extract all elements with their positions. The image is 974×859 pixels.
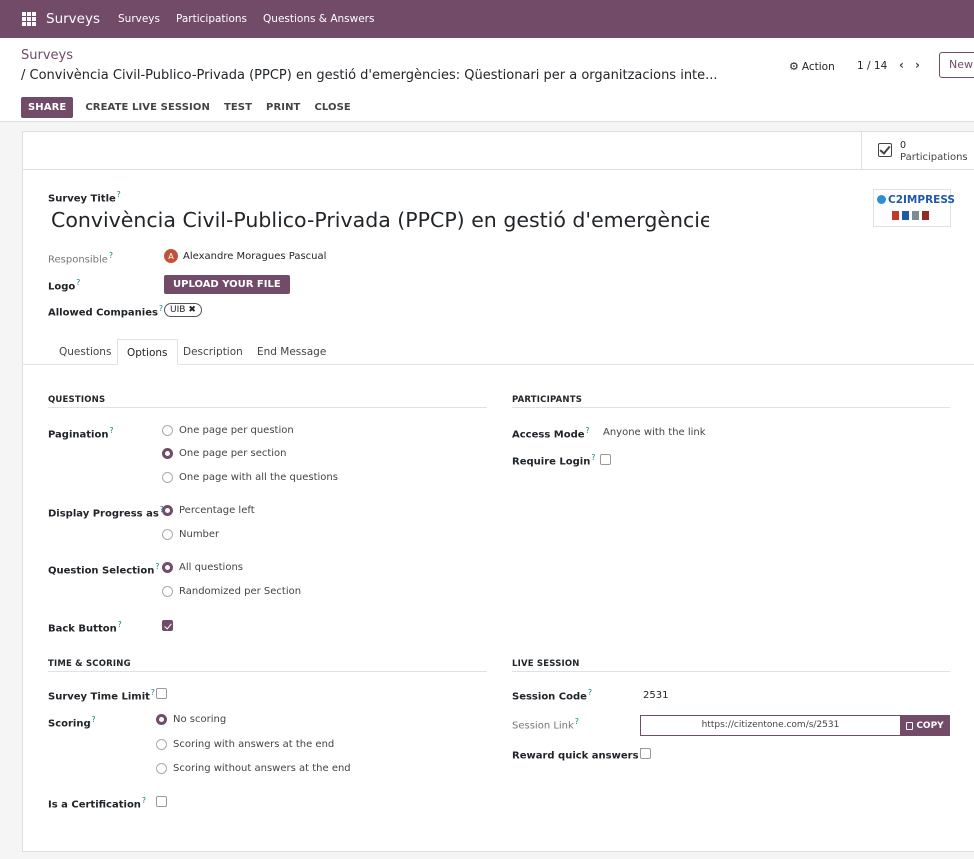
radio-randomized-per-section[interactable]: Randomized per Section (162, 586, 301, 597)
survey-title-label: Survey Title? (48, 190, 121, 205)
action-menu[interactable]: ⚙ Action (789, 60, 835, 73)
back-button-checkbox[interactable] (162, 620, 173, 631)
tab-options[interactable]: Options (117, 339, 178, 365)
participations-count: 0 (900, 140, 907, 151)
company-tag[interactable]: UIB ✖ (164, 303, 202, 317)
radio-scoring-with-answers[interactable]: Scoring with answers at the end (156, 739, 334, 750)
radio-percentage-left[interactable]: Percentage left (162, 505, 255, 516)
is-certification-checkbox[interactable] (156, 796, 167, 807)
app-brand[interactable]: Surveys (46, 11, 100, 27)
section-time-scoring-title: TIME & SCORING (48, 659, 131, 669)
radio-one-page-per-question[interactable]: One page per question (162, 425, 294, 436)
radio-all-questions[interactable]: All questions (162, 562, 243, 573)
radio-one-page-per-section[interactable]: One page per section (162, 448, 287, 459)
form-button-bar: SHARE CREATE LIVE SESSION TEST PRINT CLO… (21, 97, 365, 118)
survey-title-field[interactable]: Convivència Civil-Publico-Privada (PPCP)… (51, 208, 709, 232)
menu-participations[interactable]: Participations (176, 13, 247, 25)
button-box: 0 Participations (23, 132, 974, 170)
session-code-label: Session Code? (512, 688, 592, 703)
radio-number[interactable]: Number (162, 529, 219, 540)
notebook-tabs: Questions Options Description End Messag… (22, 339, 974, 365)
access-mode-select[interactable]: Anyone with the link (603, 427, 706, 438)
test-button[interactable]: TEST (224, 102, 252, 113)
pager-value[interactable]: 1 / 14 (857, 60, 887, 72)
section-divider (512, 407, 950, 408)
copy-link-button[interactable]: COPY (900, 715, 950, 736)
close-button[interactable]: CLOSE (314, 102, 350, 113)
back-button-label: Back Button? (48, 620, 122, 635)
radio-scoring-without-answers[interactable]: Scoring without answers at the end (156, 763, 351, 774)
is-certification-label: Is a Certification? (48, 796, 146, 811)
require-login-label: Require Login? (512, 453, 596, 468)
top-navbar: Surveys Surveys Participations Questions… (0, 0, 974, 38)
radio-no-scoring[interactable]: No scoring (156, 714, 226, 725)
menu-questions-answers[interactable]: Questions & Answers (263, 13, 374, 25)
avatar: A (164, 249, 178, 263)
section-divider (512, 671, 950, 672)
tab-end-message[interactable]: End Message (248, 339, 335, 365)
participations-label: Participations (900, 152, 968, 163)
gear-icon: ⚙ (789, 60, 799, 73)
responsible-name: Alexandre Moragues Pascual (183, 250, 327, 262)
survey-time-limit-checkbox[interactable] (156, 688, 167, 699)
create-live-session-button[interactable]: CREATE LIVE SESSION (85, 102, 210, 113)
require-login-checkbox[interactable] (600, 454, 611, 465)
radio-one-page-all-questions[interactable]: One page with all the questions (162, 472, 338, 483)
session-code-value[interactable]: 2531 (643, 690, 668, 701)
apps-menu-icon[interactable] (22, 12, 38, 26)
share-button[interactable]: SHARE (21, 97, 74, 118)
survey-time-limit-label: Survey Time Limit? (48, 688, 155, 703)
pager-next-icon[interactable]: › (915, 58, 920, 72)
print-button[interactable]: PRINT (266, 102, 300, 113)
logo-partner-marks (892, 211, 929, 220)
logo-label: Logo? (48, 278, 81, 293)
tab-questions[interactable]: Questions (50, 339, 120, 365)
section-divider (48, 407, 487, 408)
tab-description[interactable]: Description (174, 339, 252, 365)
responsible-field[interactable]: A Alexandre Moragues Pascual (164, 249, 326, 263)
breadcrumb-surveys[interactable]: Surveys (21, 48, 73, 63)
checkbox-icon (878, 143, 892, 157)
section-divider (48, 671, 487, 672)
survey-logo: C2IMPRESS (873, 189, 955, 227)
scoring-label: Scoring? (48, 715, 96, 730)
pager-prev-icon[interactable]: ‹ (899, 58, 904, 72)
remove-tag-icon[interactable]: ✖ (188, 305, 196, 315)
section-questions-title: QUESTIONS (48, 395, 106, 405)
question-selection-label: Question Selection? (48, 562, 160, 577)
copy-icon (906, 721, 914, 730)
access-mode-label: Access Mode? (512, 426, 590, 441)
reward-quick-answers-label: Reward quick answers? (512, 747, 644, 762)
upload-file-button[interactable]: UPLOAD YOUR FILE (164, 275, 290, 294)
participations-stat-button[interactable]: 0 Participations (861, 132, 974, 170)
action-label: Action (801, 60, 835, 73)
breadcrumb-current: / Convivència Civil-Publico-Privada (PPC… (21, 68, 718, 83)
allowed-companies-label: Allowed Companies? (48, 304, 163, 319)
control-panel: Surveys / Convivència Civil-Publico-Priv… (0, 38, 974, 122)
reward-quick-answers-checkbox[interactable] (640, 748, 651, 759)
logo-globe-icon (877, 195, 886, 204)
pagination-label: Pagination? (48, 426, 114, 441)
session-link-field[interactable]: https://citizentone.com/s/2531 (640, 715, 900, 736)
responsible-label: Responsible? (48, 251, 113, 266)
session-link-label: Session Link? (512, 717, 579, 732)
section-live-session-title: LIVE SESSION (512, 659, 580, 669)
new-button[interactable]: New (939, 52, 974, 78)
display-progress-label: Display Progress as? (48, 505, 164, 520)
menu-surveys[interactable]: Surveys (118, 13, 160, 25)
section-participants-title: PARTICIPANTS (512, 395, 583, 405)
